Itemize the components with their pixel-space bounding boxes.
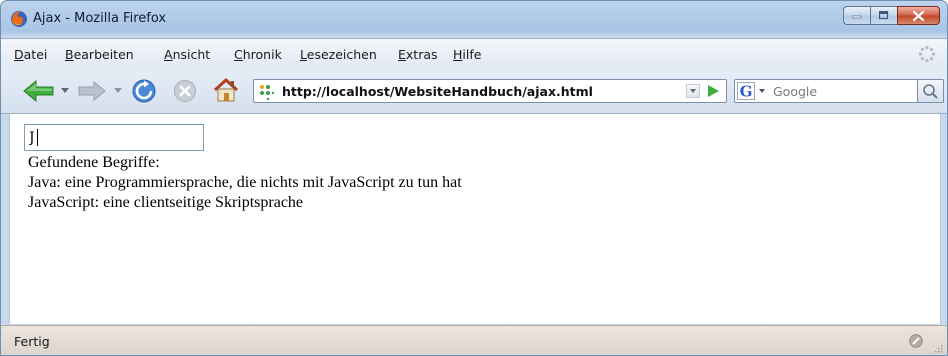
menu-ansicht-accel: A — [164, 47, 173, 62]
url-bar[interactable]: http://localhost/WebsiteHandbuch/ajax.ht… — [253, 79, 727, 103]
result-item: Java: eine Programmiersprache, die nicht… — [28, 174, 462, 191]
search-bar[interactable]: G Google — [734, 79, 944, 103]
search-input[interactable]: Google — [773, 84, 817, 99]
menu-hilfe[interactable]: Hilfe — [453, 47, 481, 62]
window-title: Ajax - Mozilla Firefox — [33, 11, 167, 26]
back-history-dropdown-icon[interactable] — [61, 88, 69, 94]
reload-icon[interactable] — [131, 78, 157, 104]
resize-grip-icon[interactable] — [933, 343, 943, 353]
back-arrow-icon[interactable] — [22, 80, 56, 102]
chevron-down-icon — [690, 89, 696, 93]
magnifier-icon — [923, 84, 938, 99]
home-icon[interactable] — [212, 77, 240, 103]
maximize-button[interactable] — [870, 6, 897, 25]
menu-hilfe-accel: H — [453, 47, 463, 62]
url-text: http://localhost/WebsiteHandbuch/ajax.ht… — [282, 84, 593, 99]
results-list: Gefundene Begriffe: Java: eine Programmi… — [28, 153, 462, 213]
status-bar: Fertig — [1, 325, 947, 355]
menu-hilfe-label: ilfe — [462, 47, 482, 62]
navigation-toolbar: http://localhost/WebsiteHandbuch/ajax.ht… — [1, 69, 947, 114]
firefox-icon — [11, 11, 27, 27]
maximize-icon — [879, 11, 889, 20]
browser-window: Ajax - Mozilla Firefox Datei Bearbeiten … — [0, 0, 948, 356]
close-icon — [913, 10, 924, 21]
menu-ansicht-label: nsicht — [172, 47, 211, 62]
forward-arrow-icon[interactable] — [77, 81, 107, 101]
menu-datei[interactable]: Datei — [14, 47, 47, 62]
minimize-icon — [852, 15, 862, 18]
term-search-input[interactable] — [24, 124, 204, 151]
menu-bearbeiten-accel: B — [65, 47, 74, 62]
result-item: JavaScript: eine clientseitige Skriptspr… — [28, 194, 304, 211]
google-icon: G — [737, 82, 765, 101]
throbber-icon — [918, 45, 936, 63]
menu-lesezeichen-accel: L — [300, 47, 307, 62]
site-favicon-icon — [260, 85, 275, 100]
menu-chronik-accel: C — [234, 47, 243, 62]
results-heading: Gefundene Begriffe: — [28, 154, 160, 171]
window-controls — [843, 6, 940, 26]
menu-bearbeiten-label: earbeiten — [73, 47, 134, 62]
url-history-dropdown[interactable] — [686, 84, 700, 98]
title-bar[interactable]: Ajax - Mozilla Firefox — [1, 1, 947, 37]
engine-letter: G — [740, 83, 753, 101]
menu-datei-accel: D — [14, 47, 24, 62]
go-arrow-icon[interactable] — [706, 84, 720, 98]
text-caret — [37, 129, 38, 146]
stop-icon[interactable] — [173, 79, 197, 103]
menu-bar: Datei Bearbeiten Ansicht Chronik Lesezei… — [1, 38, 947, 69]
security-status-icon[interactable] — [909, 334, 923, 348]
status-text: Fertig — [14, 334, 50, 349]
menu-chronik-label: hronik — [242, 47, 282, 62]
menu-datei-label: atei — [23, 47, 48, 62]
menu-chronik[interactable]: Chronik — [234, 47, 282, 62]
forward-history-dropdown-icon[interactable] — [114, 88, 122, 94]
page-content: Gefundene Begriffe: Java: eine Programmi… — [9, 114, 941, 324]
menu-extras-accel: E — [398, 47, 406, 62]
close-button[interactable] — [897, 6, 940, 25]
menu-ansicht[interactable]: Ansicht — [164, 47, 210, 62]
menu-extras-label: xtras — [405, 47, 438, 62]
menu-bearbeiten[interactable]: Bearbeiten — [65, 47, 134, 62]
menu-lesezeichen-label: esezeichen — [306, 47, 377, 62]
search-engine-selector[interactable]: G — [737, 82, 769, 101]
menu-extras[interactable]: Extras — [398, 47, 438, 62]
search-button[interactable] — [917, 79, 944, 103]
minimize-button[interactable] — [843, 6, 870, 25]
menu-lesezeichen[interactable]: Lesezeichen — [300, 47, 377, 62]
